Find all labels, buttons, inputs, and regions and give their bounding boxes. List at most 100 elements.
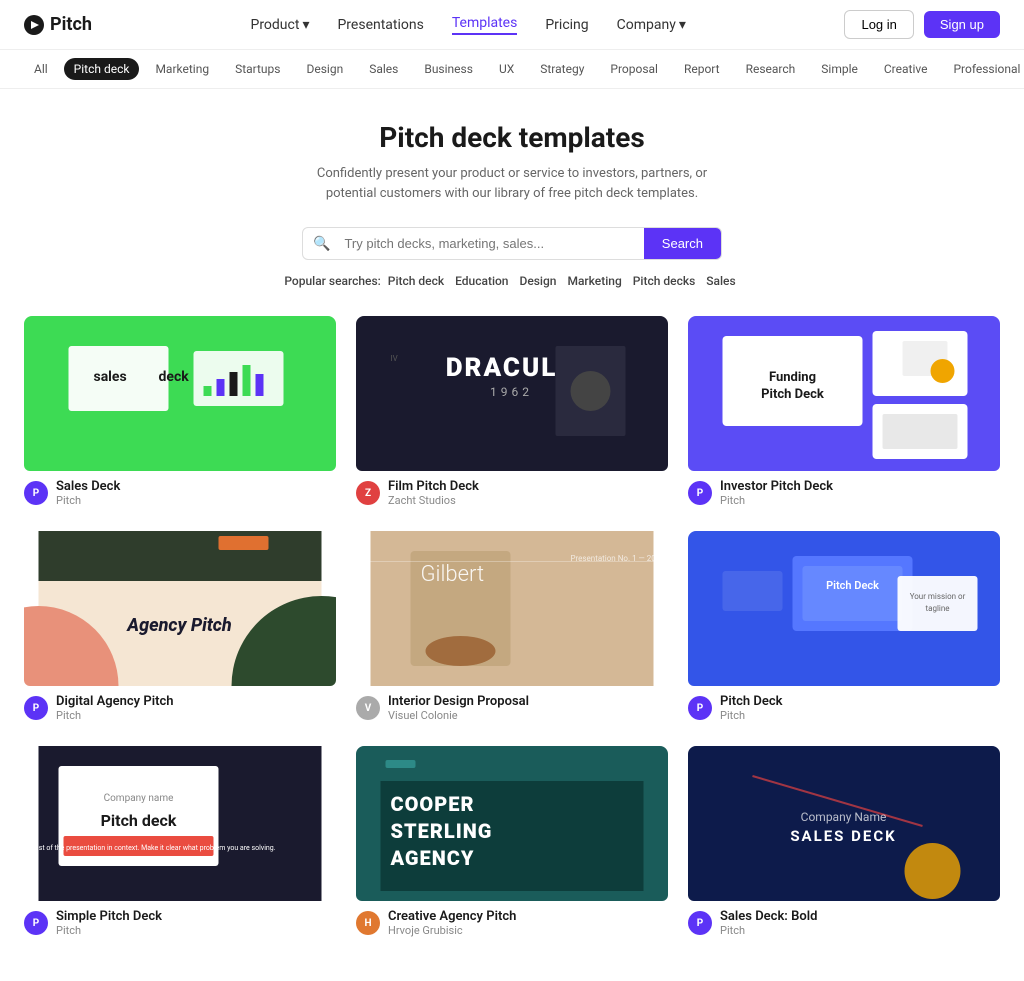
filter-marketing[interactable]: Marketing [145,58,219,80]
nav-company[interactable]: Company ▾ [617,17,686,33]
card-info: P Simple Pitch Deck Pitch [24,901,336,941]
popular-pitch-deck[interactable]: Pitch deck [388,274,444,288]
logo-icon [24,15,44,35]
card-name: Creative Agency Pitch [388,909,516,924]
popular-education[interactable]: Education [455,274,508,288]
card-thumbnail: Agency Pitch [24,531,336,686]
popular-searches: Popular searches: Pitch deck Education D… [24,274,1000,288]
popular-design[interactable]: Design [519,274,556,288]
filter-sales[interactable]: Sales [359,58,408,80]
filter-professional[interactable]: Professional [943,58,1024,80]
search-section: 🔍 Search [24,227,1000,260]
card-avatar: P [24,911,48,935]
card-text: Investor Pitch Deck Pitch [720,479,833,507]
nav-pricing[interactable]: Pricing [545,17,588,33]
card-avatar: H [356,911,380,935]
svg-text:SALES DECK: SALES DECK [790,827,896,845]
card-name: Sales Deck: Bold [720,909,817,924]
svg-text:Pitch deck: Pitch deck [101,811,177,830]
card-info: P Sales Deck Pitch [24,471,336,511]
card-thumbnail: COOPER STERLING AGENCY [356,746,668,901]
card-text: Pitch Deck Pitch [720,694,782,722]
card-thumbnail: Funding Pitch Deck [688,316,1000,471]
card-avatar: P [688,911,712,935]
svg-text:Agency Pitch: Agency Pitch [126,615,232,636]
card-sales-bold[interactable]: Company Name SALES DECK P Sales Deck: Bo… [688,746,1000,941]
svg-text:Company name: Company name [104,793,174,804]
filter-research[interactable]: Research [736,58,806,80]
card-sales-deck[interactable]: sales deck P Sales Deck Pitch [24,316,336,511]
card-text: Sales Deck: Bold Pitch [720,909,817,937]
search-input[interactable] [340,228,643,259]
filter-ux[interactable]: UX [489,58,524,80]
svg-text:…sets the rest of the presenta: …sets the rest of the presentation in co… [24,844,276,852]
card-text: Sales Deck Pitch [56,479,120,507]
card-author: Visuel Colonie [388,709,529,722]
card-simple-pitch[interactable]: Company name Pitch deck …sets the rest o… [24,746,336,941]
card-thumbnail: Company name Pitch deck …sets the rest o… [24,746,336,901]
logo[interactable]: Pitch [24,14,92,35]
svg-text:sales: sales [94,369,127,385]
card-text: Interior Design Proposal Visuel Colonie [388,694,529,722]
card-name: Sales Deck [56,479,120,494]
chevron-down-icon: ▾ [302,17,309,33]
filter-report[interactable]: Report [674,58,730,80]
popular-sales[interactable]: Sales [706,274,735,288]
card-author: Pitch [720,924,817,937]
filter-creative[interactable]: Creative [874,58,938,80]
card-info: Z Film Pitch Deck Zacht Studios [356,471,668,511]
filter-proposal[interactable]: Proposal [600,58,668,80]
filter-startups[interactable]: Startups [225,58,290,80]
card-investor-pitch[interactable]: Funding Pitch Deck P Investor Pitch Deck… [688,316,1000,511]
card-info: P Pitch Deck Pitch [688,686,1000,726]
filter-business[interactable]: Business [414,58,483,80]
svg-text:Presentation No. 1 — 2024 June: Presentation No. 1 — 2024 June [571,554,669,563]
svg-text:AGENCY: AGENCY [390,846,475,870]
svg-text:Your mission or: Your mission or [910,592,966,601]
filter-simple[interactable]: Simple [811,58,868,80]
card-author: Zacht Studios [388,494,479,507]
search-box: 🔍 Search [302,227,722,260]
page-subtitle: Confidently present your product or serv… [24,164,1000,203]
card-avatar: P [688,481,712,505]
card-interior-design[interactable]: Gilbert Presentation No. 1 — 2024 June V… [356,531,668,726]
card-pitch-deck[interactable]: Pitch Deck Your mission or tagline P Pit… [688,531,1000,726]
nav-templates[interactable]: Templates [452,15,518,35]
header-actions: Log in Sign up [844,10,1000,39]
search-icon: 🔍 [303,236,340,252]
card-info: P Digital Agency Pitch Pitch [24,686,336,726]
svg-text:Funding: Funding [769,370,816,385]
filter-all[interactable]: All [24,58,58,80]
svg-text:COOPER: COOPER [391,792,475,816]
card-text: Film Pitch Deck Zacht Studios [388,479,479,507]
card-avatar: P [24,481,48,505]
svg-text:Gilbert: Gilbert [421,562,485,587]
svg-text:Company Name: Company Name [801,810,887,824]
card-avatar: V [356,696,380,720]
card-thumbnail: Company Name SALES DECK [688,746,1000,901]
card-text: Digital Agency Pitch Pitch [56,694,174,722]
filter-strategy[interactable]: Strategy [530,58,594,80]
card-agency-pitch[interactable]: Agency Pitch P Digital Agency Pitch Pitc… [24,531,336,726]
header: Pitch Product ▾ Presentations Templates … [0,0,1024,50]
popular-marketing[interactable]: Marketing [567,274,621,288]
filter-pitch-deck[interactable]: Pitch deck [64,58,140,80]
card-thumbnail: Pitch Deck Your mission or tagline [688,531,1000,686]
svg-text:IV: IV [391,354,398,363]
card-thumbnail: DRACULA 1962 IV [356,316,668,471]
search-button[interactable]: Search [644,228,721,259]
card-film-pitch[interactable]: DRACULA 1962 IV Z Film Pitch Deck Zacht … [356,316,668,511]
filter-design[interactable]: Design [296,58,353,80]
popular-pitch-decks[interactable]: Pitch decks [633,274,696,288]
main-nav: Product ▾ Presentations Templates Pricin… [250,15,685,35]
login-button[interactable]: Log in [844,10,913,39]
card-info: H Creative Agency Pitch Hrvoje Grubisic [356,901,668,941]
nav-presentations[interactable]: Presentations [337,17,423,33]
nav-product[interactable]: Product ▾ [250,17,309,33]
signup-button[interactable]: Sign up [924,11,1000,38]
card-author: Pitch [56,709,174,722]
card-avatar: P [688,696,712,720]
template-grid: sales deck P Sales Deck Pitch [24,316,1000,941]
card-creative-agency[interactable]: COOPER STERLING AGENCY H Creative Agency… [356,746,668,941]
card-author: Pitch [720,494,833,507]
